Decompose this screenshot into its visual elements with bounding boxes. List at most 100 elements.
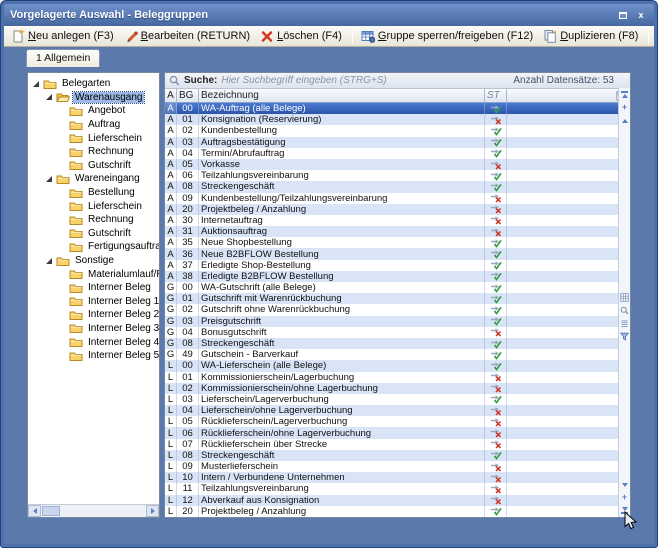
table-row[interactable]: L 11 Teilzahlungsvereinbarung: [165, 483, 630, 494]
tree-item-materialumlauf-reparatur[interactable]: Materialumlauf/Reparatur: [28, 267, 159, 281]
table-row[interactable]: A 00 WA-Auftrag (alle Belege): [165, 103, 630, 114]
new-button[interactable]: Neu anlegen (F3): [8, 28, 119, 44]
cell-bezeichnung: Vorkasse: [199, 159, 485, 170]
tree-item-interner-beleg-4-pps[interactable]: Interner Beleg 4 (PPS): [28, 335, 159, 349]
expand-arrow-icon[interactable]: [45, 93, 53, 101]
delete-button[interactable]: Löschen (F4): [257, 28, 347, 44]
table-row[interactable]: L 05 Rücklieferschein/Lagerverbuchung: [165, 416, 630, 427]
tree-item-interner-beleg-2-pps[interactable]: Interner Beleg 2 (PPS): [28, 308, 159, 322]
tree-item-rechnung[interactable]: Rechnung: [28, 145, 159, 159]
tree-item-lieferschein[interactable]: Lieferschein: [28, 199, 159, 213]
filter-funnel-icon[interactable]: [620, 332, 630, 341]
table-row[interactable]: A 36 Neue B2BFLOW Bestellung: [165, 248, 630, 259]
table-row[interactable]: G 00 WA-Gutschrift (alle Belege): [165, 282, 630, 293]
table-row[interactable]: A 30 Internetauftrag: [165, 215, 630, 226]
table-row[interactable]: A 01 Konsignation (Reservierung): [165, 114, 630, 125]
table-row[interactable]: A 02 Kundenbestellung: [165, 125, 630, 136]
edit-button[interactable]: Bearbeiten (RETURN): [121, 28, 255, 44]
table-row[interactable]: L 02 Kommissionierschein/ohne Lagerbuchu…: [165, 383, 630, 394]
tree-item-rechnung[interactable]: Rechnung: [28, 213, 159, 227]
edit-button-label: Bearbeiten (RETURN): [141, 30, 250, 42]
table-row[interactable]: A 03 Auftragsbestätigung: [165, 137, 630, 148]
tree-horizontal-scrollbar[interactable]: [28, 504, 159, 517]
table-row[interactable]: G 01 Gutschrift mit Warenrückbuchung: [165, 293, 630, 304]
table-row[interactable]: L 04 Lieferschein/ohne Lagerverbuchung: [165, 405, 630, 416]
cell-a: L: [165, 416, 177, 427]
column-header-st[interactable]: ST: [485, 89, 507, 102]
table-row[interactable]: G 08 Streckengeschäft: [165, 338, 630, 349]
table-row[interactable]: A 06 Teilzahlungsvereinbarung: [165, 170, 630, 181]
table-row[interactable]: L 09 Musterlieferschein: [165, 461, 630, 472]
tree-item-lieferschein[interactable]: Lieferschein: [28, 131, 159, 145]
tree-item-warenausgang[interactable]: Warenausgang: [28, 91, 159, 105]
table-row[interactable]: A 37 Erledigte Shop-Bestellung: [165, 260, 630, 271]
table-row[interactable]: L 06 Rücklieferschein/ohne Lagerverbuchu…: [165, 427, 630, 438]
scroll-down-button[interactable]: [620, 480, 630, 489]
table-row[interactable]: G 02 Gutschrift ohne Warenrückbuchung: [165, 304, 630, 315]
column-header-bg[interactable]: BG: [177, 89, 199, 102]
status-icon: [485, 181, 507, 192]
expand-arrow-icon[interactable]: [45, 257, 53, 265]
table-row[interactable]: A 08 Streckengeschäft: [165, 181, 630, 192]
scroll-down-page-button[interactable]: +: [620, 493, 630, 502]
cell-filler: [507, 271, 630, 282]
scroll-up-page-button[interactable]: +: [620, 103, 630, 112]
cell-filler: [507, 260, 630, 271]
tree-item-interner-beleg[interactable]: Interner Beleg: [28, 281, 159, 295]
quick-search-icon[interactable]: [620, 306, 630, 315]
sort-list-icon[interactable]: [620, 319, 630, 328]
scroll-right-button[interactable]: [146, 505, 159, 517]
tree-item-interner-beleg-1-pps[interactable]: Interner Beleg 1 (PPS): [28, 295, 159, 309]
tree-item-wareneingang[interactable]: Wareneingang: [28, 172, 159, 186]
tree-item-sonstige[interactable]: Sonstige: [28, 254, 159, 268]
tree-item-gutschrift[interactable]: Gutschrift: [28, 227, 159, 241]
table-row[interactable]: A 35 Neue Shopbestellung: [165, 237, 630, 248]
table-row[interactable]: A 20 Projektbeleg / Anzahlung: [165, 204, 630, 215]
tree-item-label: Rechnung: [86, 214, 136, 225]
tree-item-label: Interner Beleg 5 (PPS): [86, 350, 159, 361]
column-header-bezeichnung[interactable]: Bezeichnung: [199, 89, 485, 102]
search-input[interactable]: Hier Suchbegriff eingeben (STRG+S): [221, 75, 509, 86]
table-row[interactable]: A 04 Termin/Abrufauftrag: [165, 148, 630, 159]
search-button[interactable]: Suchen (STRG+S): [654, 28, 658, 44]
tree-item-gutschrift[interactable]: Gutschrift: [28, 159, 159, 173]
tree-item-interner-beleg-3-pps[interactable]: Interner Beleg 3 (PPS): [28, 322, 159, 336]
tree-item-auftrag[interactable]: Auftrag: [28, 118, 159, 132]
duplicate-button[interactable]: Duplizieren (F8): [540, 28, 643, 44]
tree-item-bestellung[interactable]: Bestellung: [28, 186, 159, 200]
table-row[interactable]: L 08 Streckengeschäft: [165, 450, 630, 461]
tree-item-fertigungsauftrag-pps[interactable]: Fertigungsauftrag (PPS): [28, 240, 159, 254]
table-row[interactable]: G 04 Bonusgutschrift: [165, 327, 630, 338]
table-row[interactable]: L 07 Rücklieferschein über Strecke: [165, 439, 630, 450]
folder-open-icon: [56, 91, 70, 103]
status-icon: [485, 137, 507, 148]
expand-arrow-icon[interactable]: [32, 80, 40, 88]
table-row[interactable]: L 10 Intern / Verbundene Unternehmen: [165, 472, 630, 483]
table-row[interactable]: L 03 Lieferschein/Lagerverbuchung: [165, 394, 630, 405]
scroll-left-button[interactable]: [28, 505, 41, 517]
restore-window-button[interactable]: [616, 9, 630, 22]
expand-arrow-icon[interactable]: [45, 175, 53, 183]
table-row[interactable]: A 05 Vorkasse: [165, 159, 630, 170]
close-window-button[interactable]: x: [634, 9, 648, 22]
tree-item-belegarten[interactable]: Belegarten: [28, 77, 159, 91]
table-row[interactable]: L 01 Kommissionierschein/Lagerbuchung: [165, 372, 630, 383]
tab-allgemein[interactable]: 1 Allgemein: [26, 49, 100, 67]
table-row[interactable]: A 09 Kundenbestellung/Teilzahlungsverein…: [165, 193, 630, 204]
scroll-to-top-button[interactable]: [620, 90, 630, 99]
tree-item-interner-beleg-5-pps[interactable]: Interner Beleg 5 (PPS): [28, 349, 159, 363]
status-icon: [485, 282, 507, 293]
tree-item-angebot[interactable]: Angebot: [28, 104, 159, 118]
table-row[interactable]: L 12 Abverkauf aus Konsignation: [165, 495, 630, 506]
table-row[interactable]: A 38 Erledigte B2BFLOW Bestellung: [165, 271, 630, 282]
scrollbar-thumb[interactable]: [42, 506, 60, 516]
table-row[interactable]: L 00 WA-Lieferschein (alle Belege): [165, 360, 630, 371]
scroll-up-button[interactable]: [620, 116, 630, 125]
table-row[interactable]: G 03 Preisgutschrift: [165, 316, 630, 327]
table-row[interactable]: L 20 Projektbeleg / Anzahlung: [165, 506, 630, 517]
group-lock-button[interactable]: Gruppe sperren/freigeben (F12): [358, 28, 538, 44]
column-header-a[interactable]: A: [165, 89, 177, 102]
table-view-icon[interactable]: [620, 293, 630, 302]
table-row[interactable]: G 49 Gutschein - Barverkauf: [165, 349, 630, 360]
table-row[interactable]: A 31 Auktionsauftrag: [165, 226, 630, 237]
